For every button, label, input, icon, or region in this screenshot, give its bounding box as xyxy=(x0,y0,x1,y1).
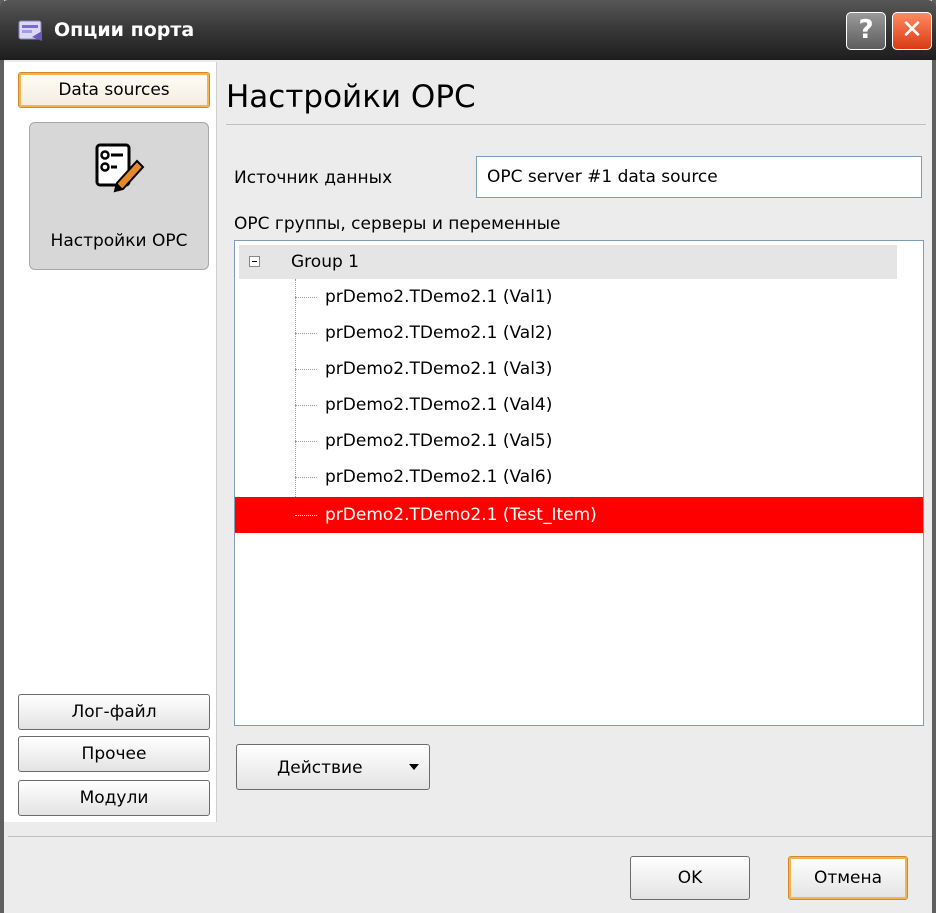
data-source-label: Источник данных xyxy=(234,168,393,188)
ok-button[interactable]: OK xyxy=(630,856,750,900)
tree-item-selected[interactable]: prDemo2.TDemo2.1 (Test_Item) xyxy=(235,497,923,533)
tree-item[interactable]: prDemo2.TDemo2.1 (Val2) xyxy=(235,315,923,351)
page-title: Настройки OPC xyxy=(226,79,476,115)
opc-settings-label: Настройки OPC xyxy=(50,231,188,251)
sidebar: Data sources Настройки OPC Лог-файл Проч… xyxy=(4,62,217,822)
data-source-input[interactable] xyxy=(476,156,922,198)
port-options-window: Опции порта ? ✕ Data sources Настройки O… xyxy=(0,0,936,913)
tree-item-label: prDemo2.TDemo2.1 (Test_Item) xyxy=(325,505,597,525)
log-file-button[interactable]: Лог-файл xyxy=(18,694,210,730)
group-label: Group 1 xyxy=(291,252,359,272)
tree-item[interactable]: prDemo2.TDemo2.1 (Val6) xyxy=(235,459,923,495)
action-label: Действие xyxy=(277,758,363,778)
cancel-button[interactable]: Отмена xyxy=(788,856,908,900)
header-divider xyxy=(226,124,926,125)
collapse-icon[interactable] xyxy=(249,256,260,267)
tree-item[interactable]: prDemo2.TDemo2.1 (Val4) xyxy=(235,387,923,423)
opc-tree[interactable]: Group 1 prDemo2.TDemo2.1 (Val1) prDemo2.… xyxy=(234,240,924,726)
tree-item[interactable]: prDemo2.TDemo2.1 (Val5) xyxy=(235,423,923,459)
tree-item[interactable]: prDemo2.TDemo2.1 (Val3) xyxy=(235,351,923,387)
tree-item-label: prDemo2.TDemo2.1 (Val2) xyxy=(325,323,553,343)
tree-item-label: prDemo2.TDemo2.1 (Val1) xyxy=(325,287,553,307)
data-sources-button[interactable]: Data sources xyxy=(18,72,210,108)
action-dropdown-button[interactable]: Действие xyxy=(236,744,430,790)
window-title: Опции порта xyxy=(54,19,195,41)
help-button[interactable]: ? xyxy=(846,12,886,50)
tree-item-label: prDemo2.TDemo2.1 (Val3) xyxy=(325,359,553,379)
checklist-pencil-icon xyxy=(95,143,145,193)
tree-item[interactable]: prDemo2.TDemo2.1 (Val1) xyxy=(235,279,923,315)
other-button[interactable]: Прочее xyxy=(18,736,210,772)
tree-item-label: prDemo2.TDemo2.1 (Val4) xyxy=(325,395,553,415)
tree-item-label: prDemo2.TDemo2.1 (Val5) xyxy=(325,431,553,451)
app-icon xyxy=(18,20,42,41)
opc-settings-launcher[interactable]: Настройки OPC xyxy=(29,122,209,270)
modules-button[interactable]: Модули xyxy=(18,780,210,816)
tree-item-label: prDemo2.TDemo2.1 (Val6) xyxy=(325,467,553,487)
title-bar[interactable]: Опции порта ? ✕ xyxy=(0,0,936,60)
dropdown-arrow-icon xyxy=(409,764,419,770)
close-button[interactable]: ✕ xyxy=(892,12,932,50)
footer-divider xyxy=(8,836,932,837)
tree-group-node[interactable]: Group 1 xyxy=(239,245,897,279)
groups-label: OPC группы, серверы и переменные xyxy=(234,214,561,234)
